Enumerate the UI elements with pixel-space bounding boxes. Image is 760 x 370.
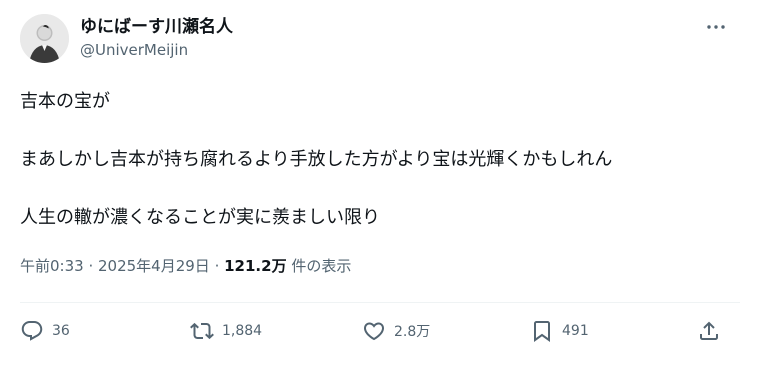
like-button[interactable]: 2.8万 [362, 316, 430, 346]
avatar[interactable] [20, 14, 69, 63]
tweet-line: まあしかし吉本が持ち腐れるより手放した方がより宝は光輝くかもしれん [20, 149, 613, 170]
views-count[interactable]: 121.2万 [224, 257, 286, 275]
like-count: 2.8万 [394, 324, 431, 340]
divider [20, 302, 740, 303]
tweet-line: 吉本の宝が [20, 91, 110, 112]
reply-count: 36 [52, 323, 70, 339]
retweet-count: 1,884 [222, 323, 263, 339]
tweet-line: 人生の轍が濃くなることが実に羨ましい限り [20, 207, 380, 228]
views-label: 件の表示 [286, 257, 352, 275]
avatar-photo-icon [20, 14, 69, 63]
user-info: ゆにばーす川瀬名人 @UniverMeijin [80, 16, 233, 60]
more-horizontal-icon [707, 25, 725, 29]
share-icon [700, 321, 718, 340]
reply-icon [21, 321, 43, 341]
meta-separator: · [209, 257, 225, 275]
retweet-button[interactable]: 1,884 [190, 316, 262, 346]
meta-separator: · [83, 257, 98, 275]
user-handle[interactable]: @UniverMeijin [80, 40, 233, 60]
tweet-meta: 午前0:33 · 2025年4月29日 · 121.2万 件の表示 [20, 256, 351, 276]
heart-icon [363, 322, 385, 341]
more-button[interactable] [704, 18, 728, 36]
action-bar: 36 1,884 2.8万 491 [20, 316, 740, 346]
reply-button[interactable]: 36 [20, 316, 70, 346]
tweet-date[interactable]: 2025年4月29日 [98, 257, 210, 275]
display-name[interactable]: ゆにばーす川瀬名人 [80, 16, 233, 38]
bookmark-count: 491 [562, 323, 589, 339]
share-button[interactable] [697, 316, 721, 346]
retweet-icon [190, 322, 214, 340]
bookmark-icon [534, 321, 550, 342]
tweet-card: ゆにばーす川瀬名人 @UniverMeijin 吉本の宝が まあしかし吉本が持ち… [0, 0, 760, 370]
tweet-time[interactable]: 午前0:33 [20, 257, 84, 275]
bookmark-button[interactable]: 491 [530, 316, 589, 346]
